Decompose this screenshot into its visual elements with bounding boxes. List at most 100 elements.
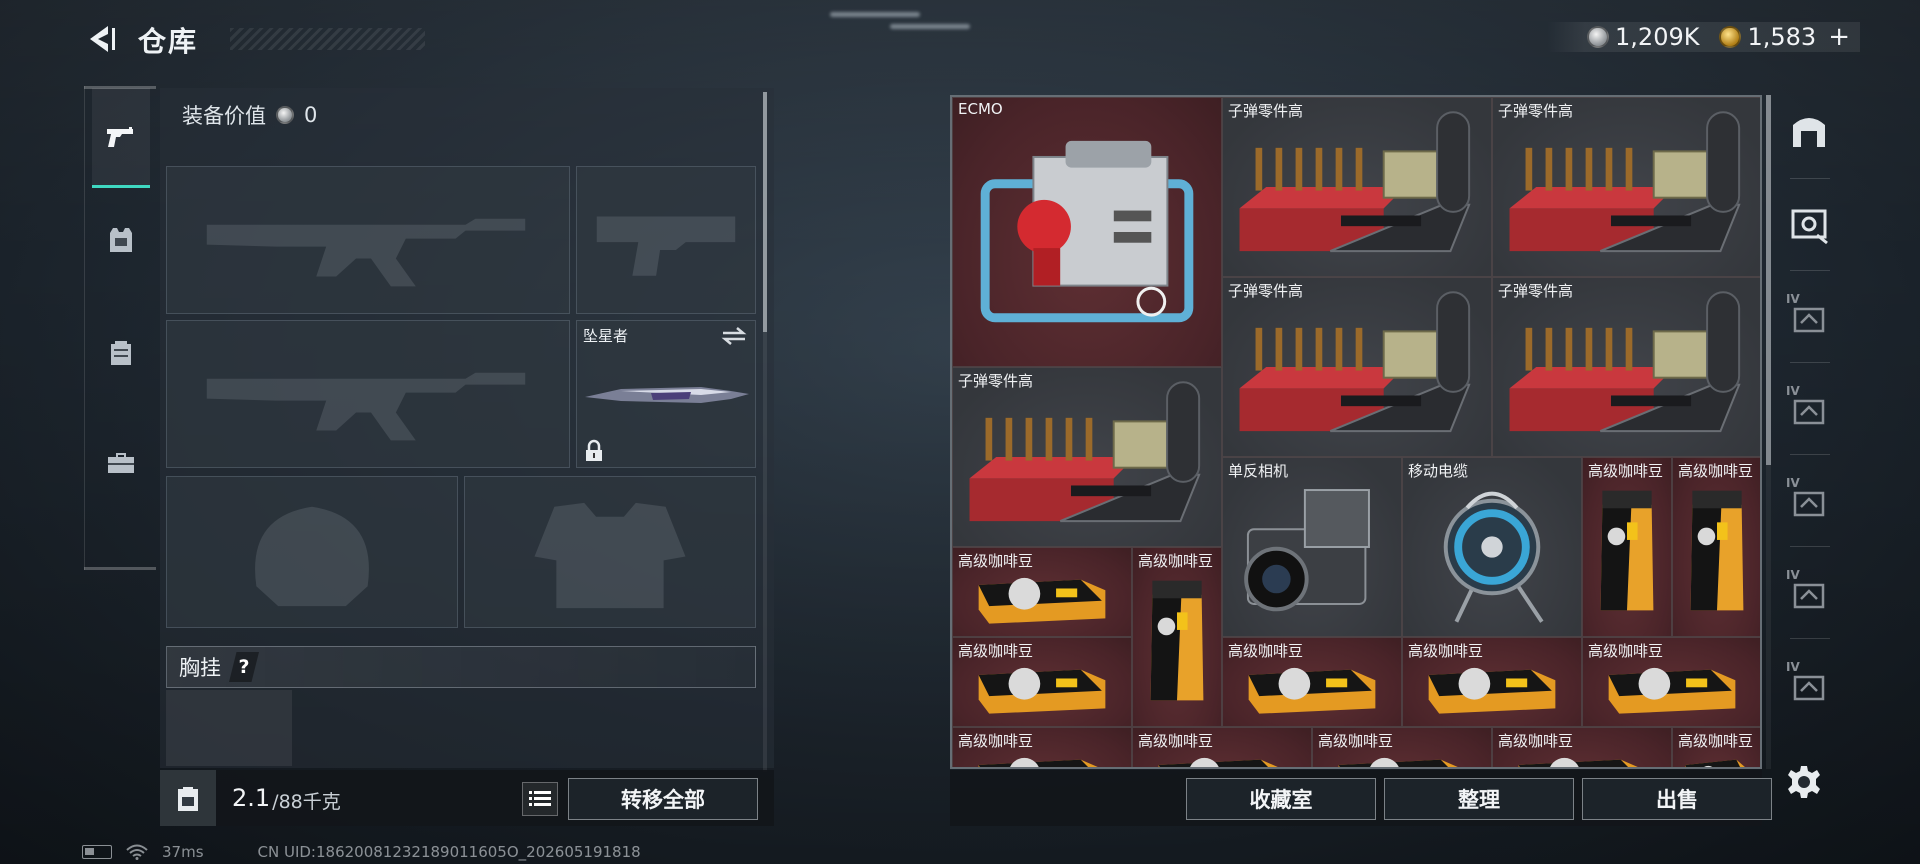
ceiling-light: [830, 12, 920, 17]
item-name: 子弹零件高: [958, 372, 1034, 390]
equipment-scrollbar-thumb[interactable]: [763, 92, 767, 332]
transfer-all-button[interactable]: 转移全部: [568, 778, 758, 820]
ammo-parts-icon: [1493, 278, 1760, 456]
stash-item[interactable]: 移动电缆: [1402, 457, 1582, 637]
container-tab[interactable]: IV: [1784, 474, 1834, 524]
ping-value: 37ms: [162, 843, 204, 861]
container-tab[interactable]: IV: [1784, 382, 1834, 432]
chest-rig-header: 胸挂 ?: [166, 646, 756, 688]
coffee-bag-icon: [1133, 548, 1221, 726]
item-name: 子弹零件高: [1228, 282, 1304, 300]
tab-separator: [1790, 638, 1830, 639]
stash-item[interactable]: 高级咖啡豆: [1132, 547, 1222, 727]
stash-item[interactable]: 子弹零件高: [1222, 277, 1492, 457]
safe-box-icon: [1791, 209, 1828, 245]
chest-rig-slot[interactable]: [166, 690, 292, 766]
container-tab[interactable]: [1784, 106, 1834, 156]
container-tab[interactable]: IV: [1784, 658, 1834, 708]
stash-item[interactable]: 高级咖啡豆: [1672, 457, 1760, 637]
currency-display[interactable]: 1,209K 1,583 +: [1547, 22, 1860, 52]
rifle-silhouette-icon: [206, 372, 526, 441]
stash-item[interactable]: 高级咖啡豆: [1582, 457, 1672, 637]
body-armor-slot[interactable]: [464, 476, 756, 628]
armor-vest-icon: [110, 228, 132, 252]
battery-icon: [82, 845, 112, 859]
sell-button[interactable]: 出售: [1582, 778, 1772, 820]
container-tab[interactable]: IV: [1784, 290, 1834, 340]
stash-item[interactable]: 高级咖啡豆: [1582, 637, 1760, 727]
gold-coin-icon: [1719, 26, 1742, 48]
tab-bar-bottom-line: [84, 567, 156, 570]
container-level-label: IV: [1786, 568, 1800, 582]
item-name: 高级咖啡豆: [1588, 642, 1664, 660]
knife-icon: [585, 387, 749, 403]
container-tabs: IV IV IV IV IV: [1768, 86, 1840, 786]
list-view-button[interactable]: [522, 782, 558, 816]
helmet-slot[interactable]: [166, 476, 458, 628]
ceiling-light: [890, 24, 970, 29]
stash-item[interactable]: 子弹零件高: [952, 367, 1222, 547]
tab-weapons[interactable]: [92, 88, 150, 188]
silver-coin-icon: [1587, 26, 1610, 48]
sidearm-slot[interactable]: [576, 166, 756, 314]
primary-weapon-slot[interactable]: [166, 166, 570, 314]
swap-icon[interactable]: [721, 325, 747, 347]
backpack-icon: [111, 341, 131, 365]
stash-item[interactable]: 子弹零件高: [1492, 277, 1760, 457]
tab-armor[interactable]: [92, 190, 150, 290]
coffee-bag-icon: [1583, 458, 1671, 636]
stash-item[interactable]: 高级咖啡豆: [1222, 637, 1402, 727]
title-decoration: [230, 28, 425, 50]
gear-icon[interactable]: [1786, 764, 1822, 800]
container-level-label: IV: [1786, 292, 1800, 306]
list-icon: [529, 791, 551, 806]
item-name: 高级咖啡豆: [958, 732, 1034, 750]
lock-icon: [586, 439, 602, 461]
stash-item[interactable]: ECMO: [952, 97, 1222, 367]
camera-icon: [1223, 458, 1401, 636]
item-name: 高级咖啡豆: [1498, 732, 1574, 750]
tab-separator: [1790, 546, 1830, 547]
wifi-icon: [126, 844, 148, 860]
stash-item[interactable]: 高级咖啡豆: [1492, 727, 1672, 767]
ammo-parts-icon: [953, 368, 1221, 546]
stash-item[interactable]: 高级咖啡豆: [952, 637, 1132, 727]
equipment-panel: 装备价值 0 坠星者 胸挂 ?: [160, 88, 774, 768]
organize-button[interactable]: 整理: [1384, 778, 1574, 820]
stash-item[interactable]: 单反相机: [1222, 457, 1402, 637]
stash-item[interactable]: 子弹零件高: [1492, 97, 1760, 277]
container-level-label: IV: [1786, 476, 1800, 490]
add-currency-button[interactable]: +: [1828, 22, 1850, 52]
item-name: 移动电缆: [1408, 462, 1469, 480]
item-name: 高级咖啡豆: [1678, 732, 1754, 750]
weight-bar: 2.1 /88千克 转移全部: [160, 770, 774, 826]
collection-room-button[interactable]: 收藏室: [1186, 778, 1376, 820]
tab-backpack[interactable]: [92, 302, 150, 402]
melee-slot[interactable]: 坠星者: [576, 320, 756, 468]
stash-item[interactable]: 高级咖啡豆: [1672, 727, 1760, 767]
stash-item[interactable]: 子弹零件高: [1222, 97, 1492, 277]
help-button[interactable]: ?: [229, 652, 259, 682]
vest-silhouette-icon: [534, 502, 686, 609]
item-name: 高级咖啡豆: [958, 552, 1034, 570]
equipment-value: 装备价值 0: [182, 100, 317, 130]
back-arrow-icon[interactable]: [82, 20, 120, 58]
stash-grid: ECMO 子弹零件高 子弹零件高 子弹零件高 子弹零件高 子弹零件高 单反相机 …: [950, 95, 1762, 769]
chest-rig-label: 胸挂: [179, 656, 221, 680]
stash-item[interactable]: 高级咖啡豆: [952, 547, 1132, 637]
stash-item[interactable]: 高级咖啡豆: [1312, 727, 1492, 767]
item-name: 单反相机: [1228, 462, 1289, 480]
weight-max: /88千克: [272, 790, 341, 813]
stash-item[interactable]: 高级咖啡豆: [952, 727, 1132, 767]
secondary-weapon-slot[interactable]: [166, 320, 570, 468]
item-name: 高级咖啡豆: [1138, 552, 1214, 570]
container-tab[interactable]: [1784, 198, 1834, 248]
container-tab[interactable]: IV: [1784, 566, 1834, 616]
tab-tools[interactable]: [92, 412, 150, 512]
item-name: 高级咖啡豆: [1588, 462, 1664, 480]
stash-item[interactable]: 高级咖啡豆: [1132, 727, 1312, 767]
cable-reel-icon: [1403, 458, 1581, 636]
silver-amount: 1,209K: [1615, 23, 1700, 51]
weight-current: 2.1: [232, 784, 271, 812]
stash-item[interactable]: 高级咖啡豆: [1402, 637, 1582, 727]
